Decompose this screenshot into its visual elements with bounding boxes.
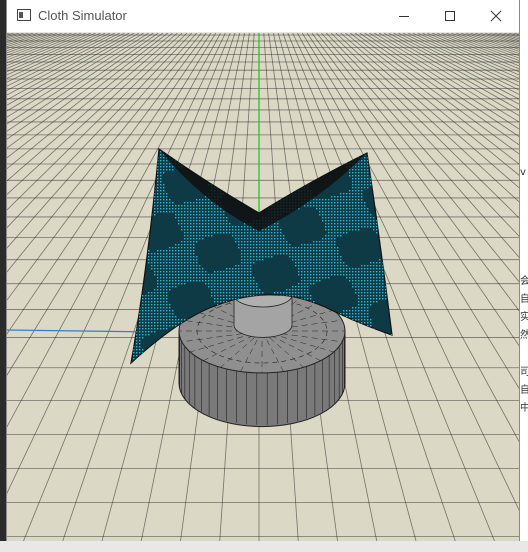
desktop-text: 中	[520, 403, 528, 414]
window-title: Cloth Simulator	[38, 8, 127, 23]
minimize-icon	[399, 15, 409, 17]
taskbar-strip	[0, 541, 528, 552]
scene-canvas[interactable]	[7, 33, 519, 552]
desktop-background: v 会 自 实 然 司 自 中	[519, 0, 528, 552]
minimize-button[interactable]	[381, 0, 427, 32]
opengl-viewport[interactable]	[7, 33, 519, 552]
desktop-text: 自	[520, 385, 528, 396]
desktop-text: 自	[520, 294, 528, 305]
title-bar[interactable]: Cloth Simulator	[7, 0, 519, 33]
desktop-text: 司	[520, 367, 528, 378]
desktop-text: 实	[520, 312, 528, 323]
maximize-icon	[445, 11, 455, 21]
desktop-text: v	[520, 167, 526, 178]
close-icon	[490, 10, 502, 22]
close-button[interactable]	[473, 0, 519, 32]
desktop-text: 然	[520, 330, 528, 341]
cloth-simulator-window: Cloth Simulator	[7, 0, 519, 552]
desktop-text: 会	[520, 276, 528, 287]
app-window-icon[interactable]	[17, 9, 31, 21]
maximize-button[interactable]	[427, 0, 473, 32]
